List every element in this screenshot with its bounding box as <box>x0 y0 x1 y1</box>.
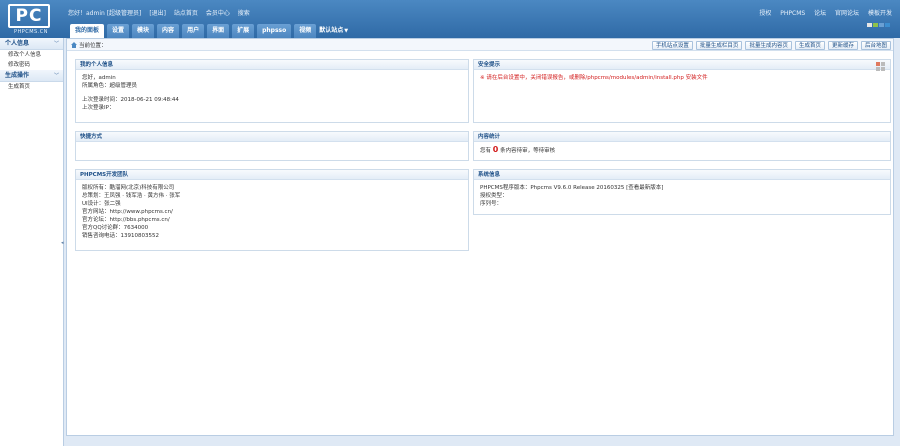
content-review-panel: 内容统计 您有 0 条内容待审，等待审核 <box>473 131 891 161</box>
chevron-down-icon: ▼ <box>344 28 349 34</box>
sidebar-item-change-password[interactable]: 修改密码 <box>0 60 63 70</box>
pending-suffix: 条内容待审，等待审核 <box>500 148 556 154</box>
last-login-ip: 上次登录IP： <box>82 105 115 111</box>
skin-switcher <box>866 22 890 29</box>
serial-number-text: 序列号： <box>480 201 503 207</box>
site-dropdown[interactable]: 默认站点▼ <box>319 24 348 38</box>
skin-blue-swatch[interactable] <box>885 23 890 27</box>
top-header: PC PHPCMS.CN 您好！admin [超级管理员] [退出] 站点首页 … <box>0 0 900 38</box>
update-cache-button[interactable]: 更新缓存 <box>827 41 858 50</box>
role-text: 所属角色：超级管理员 <box>82 83 138 89</box>
ui-designer-text: UI设计：张二强 <box>82 201 121 207</box>
qq-group-text: 官方QQ讨论群：7634000 <box>82 225 149 231</box>
site-home-link[interactable]: 站点首页 <box>174 10 198 17</box>
greeting-text: 您好，admin <box>82 75 116 81</box>
sidebar-section-title: 个人信息 <box>5 40 30 47</box>
copyright-text: 版权所有：酷溜网(北京)科技有限公司 <box>82 185 175 191</box>
phpcms-link[interactable]: PHPCMS <box>780 10 805 17</box>
skin-gray-swatch[interactable] <box>867 23 872 27</box>
program-version-text: PHPCMS程序版本：Phpcms V9.6.0 Release 2016032… <box>480 185 664 191</box>
team-panel: PHPCMS开发团队 版权所有：酷溜网(北京)科技有限公司 总策划：王凤强 · … <box>75 169 469 251</box>
official-site-link[interactable]: 官方网站：http://www.phpcms.cn/ <box>82 208 462 216</box>
security-warning-text: ※ 请在后台设置中，关闭错误报告，或删除/phpcms/modules/admi… <box>480 75 708 81</box>
left-sidebar: 个人信息 ﹀ 修改个人信息 修改密码 生成操作 ﹀ 生成首页 ◂ <box>0 38 64 446</box>
sidebar-item-edit-profile[interactable]: 修改个人信息 <box>0 50 63 60</box>
panel-title: 内容统计 <box>474 132 890 142</box>
member-center-link[interactable]: 会员中心 <box>206 10 230 17</box>
welcome-text: 您好！admin [超级管理员] <box>68 10 142 17</box>
user-info-bar: 您好！admin [超级管理员] [退出] 站点首页 会员中心 搜索 <box>68 8 256 17</box>
forum-link[interactable]: 论坛 <box>814 10 826 17</box>
breadcrumb-label: 当前位置： <box>79 43 107 49</box>
license-type-text: 授权类型： <box>480 193 508 199</box>
quick-links: 手机站点设置 批量生成栏目页 批量生成内容页 生成首页 更新缓存 后台地图 <box>649 41 891 50</box>
license-link[interactable]: 授权 <box>759 10 771 17</box>
panel-title: 安全提示 <box>474 60 890 70</box>
mobile-settings-button[interactable]: 手机站点设置 <box>651 41 693 50</box>
batch-content-button[interactable]: 批量生成内容页 <box>745 41 792 50</box>
top-right-links: 授权 PHPCMS 论坛 官网论坛 模板开发 <box>752 8 892 17</box>
template-dev-link[interactable]: 模板开发 <box>868 10 892 17</box>
breadcrumb: 当前位置： <box>71 41 107 49</box>
sales-phone-text: 销售咨询电话：13910803552 <box>82 233 159 239</box>
tab-content[interactable]: 内容 <box>157 24 180 38</box>
shortcuts-panel: 快捷方式 <box>75 131 469 161</box>
home-icon <box>71 42 77 48</box>
sidebar-section-personal[interactable]: 个人信息 ﹀ <box>0 38 63 50</box>
last-login-time: 上次登录时间：2018-06-21 09:48:44 <box>82 97 179 103</box>
panel-title: PHPCMS开发团队 <box>76 170 468 180</box>
my-info-panel: 我的个人信息 您好，admin 所属角色：超级管理员 上次登录时间：2018-0… <box>75 59 469 123</box>
sidebar-section-generate[interactable]: 生成操作 ﹀ <box>0 70 63 82</box>
main-content: 当前位置： 手机站点设置 批量生成栏目页 批量生成内容页 生成首页 更新缓存 后台地图 我… <box>66 38 894 436</box>
site-dropdown-label: 默认站点 <box>319 27 344 34</box>
collapse-chevron-icon[interactable]: ﹀ <box>54 70 59 82</box>
official-forum-url[interactable]: 官方论坛：http://bbs.phpcms.cn/ <box>82 216 462 224</box>
collapse-chevron-icon[interactable]: ﹀ <box>54 38 59 50</box>
official-forum-link[interactable]: 官网论坛 <box>835 10 859 17</box>
layout-grid-icon[interactable] <box>876 62 886 72</box>
security-panel: 安全提示 ※ 请在后台设置中，关闭错误报告，或删除/phpcms/modules… <box>473 59 891 123</box>
panel-title: 系统信息 <box>474 170 890 180</box>
panel-title: 我的个人信息 <box>76 60 468 70</box>
tab-phpsso[interactable]: phpsso <box>257 24 292 38</box>
panel-title: 快捷方式 <box>76 132 468 142</box>
system-info-panel: 系统信息 PHPCMS程序版本：Phpcms V9.6.0 Release 20… <box>473 169 891 215</box>
pending-review-text: 您有 0 条内容待审，等待审核 <box>480 146 884 155</box>
sidebar-section-title: 生成操作 <box>5 72 30 79</box>
tab-video[interactable]: 视频 <box>294 24 317 38</box>
admin-map-button[interactable]: 后台地图 <box>860 41 891 50</box>
main-nav: 我的面板 设置 模块 内容 用户 界面 扩展 phpsso 视频 默认站点▼ <box>70 24 348 38</box>
tab-extensions[interactable]: 扩展 <box>232 24 255 38</box>
pending-prefix: 您有 <box>480 148 492 154</box>
sidebar-item-generate-home[interactable]: 生成首页 <box>0 82 63 92</box>
batch-category-button[interactable]: 批量生成栏目页 <box>695 41 743 50</box>
tab-settings[interactable]: 设置 <box>107 24 130 38</box>
planners-text: 总策划：王凤强 · 钱军浩 · 黄方伟 · 张军 <box>82 193 181 199</box>
phpcms-logo[interactable]: PC PHPCMS.CN <box>8 4 54 36</box>
skin-green-swatch[interactable] <box>873 23 878 27</box>
tab-users[interactable]: 用户 <box>182 24 205 38</box>
breadcrumb-bar: 当前位置： 手机站点设置 批量生成栏目页 批量生成内容页 生成首页 更新缓存 后台地图 <box>67 39 893 51</box>
generate-home-button[interactable]: 生成首页 <box>794 41 825 50</box>
logout-link[interactable]: [退出] <box>149 10 166 17</box>
logo-subtitle: PHPCMS.CN <box>13 29 49 35</box>
search-link[interactable]: 搜索 <box>238 10 250 17</box>
bottom-strip <box>66 437 894 446</box>
tab-modules[interactable]: 模块 <box>132 24 155 38</box>
logo-mark: PC <box>8 4 50 28</box>
pending-count[interactable]: 0 <box>493 145 499 154</box>
tab-my-panel[interactable]: 我的面板 <box>70 24 105 38</box>
skin-lightblue-swatch[interactable] <box>879 23 884 27</box>
tab-interface[interactable]: 界面 <box>207 24 230 38</box>
